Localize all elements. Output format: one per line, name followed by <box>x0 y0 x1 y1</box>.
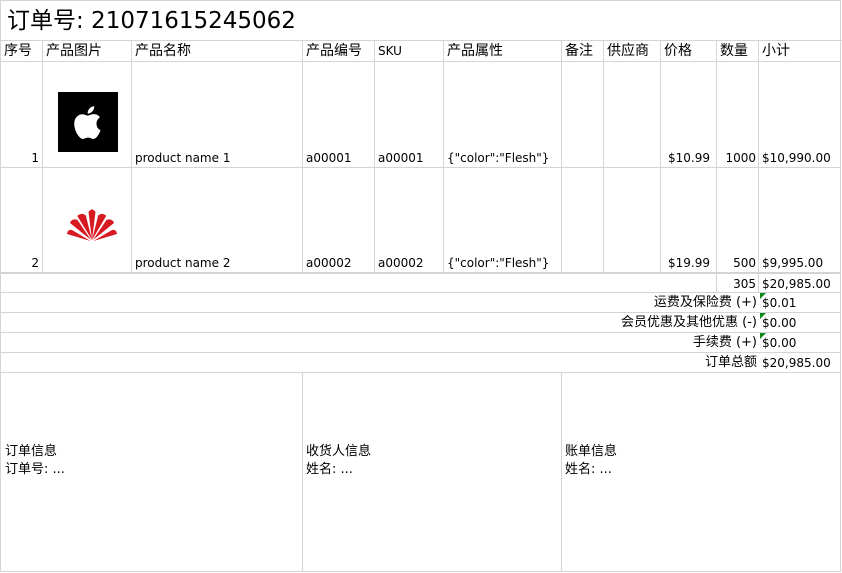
order-info-block: 订单信息 订单号: ... <box>1 373 303 572</box>
total-subtotal: $20,985.00 <box>762 277 831 291</box>
qty-cell: 1000 <box>717 62 759 168</box>
fee-label: 手续费 (+) <box>692 335 757 350</box>
product-code: a00002 <box>306 256 352 270</box>
header-attrs: 产品属性 <box>444 41 562 62</box>
product-code-cell: a00002 <box>303 168 375 273</box>
product-attrs: {"color":"Flesh"} <box>447 151 550 165</box>
apple-logo-icon <box>58 92 118 152</box>
table-row: 2 <box>1 168 43 273</box>
fee-value: $0.00 <box>762 336 797 350</box>
header-note: 备注 <box>562 41 604 62</box>
total-qty: 305 <box>733 277 756 291</box>
supplier-cell <box>604 168 661 273</box>
header-image: 产品图片 <box>43 41 132 62</box>
header-code: 产品编号 <box>303 41 375 62</box>
order-total-label: 订单总额 <box>704 355 757 370</box>
note-cell <box>562 168 604 273</box>
order-sheet: 订单号: 21071615245062 序号 产品图片 产品名称 产品编号 SK… <box>0 0 842 572</box>
product-code-cell: a00001 <box>303 62 375 168</box>
attrs-cell: {"color":"Flesh"} <box>444 62 562 168</box>
summary-row-discount: 会员优惠及其他优惠 (-) $0.00 <box>1 313 841 333</box>
shipping-label: 运费及保险费 (+) <box>653 295 757 310</box>
header-qty: 数量 <box>717 41 759 62</box>
header-supplier: 供应商 <box>604 41 661 62</box>
billing-info-line: 姓名: ... <box>565 462 612 477</box>
product-name: product name 1 <box>135 151 231 165</box>
attrs-cell: {"color":"Flesh"} <box>444 168 562 273</box>
header-price: 价格 <box>661 41 717 62</box>
order-title: 订单号: 21071615245062 <box>1 1 842 41</box>
product-attrs: {"color":"Flesh"} <box>447 256 550 270</box>
product-sku: a00002 <box>378 256 424 270</box>
header-sku: SKU <box>375 41 444 62</box>
billing-info-block: 账单信息 姓名: ... <box>562 373 841 572</box>
recipient-info-block: 收货人信息 姓名: ... <box>303 373 562 572</box>
discount-label: 会员优惠及其他优惠 (-) <box>621 315 757 330</box>
product-name-cell: product name 2 <box>132 168 303 273</box>
order-info-line: 订单号: ... <box>5 462 65 477</box>
product-price: $19.99 <box>668 256 710 270</box>
summary-row-total: 订单总额 $20,985.00 <box>1 353 841 373</box>
product-name-cell: product name 1 <box>132 62 303 168</box>
product-image-cell <box>43 62 132 168</box>
product-name: product name 2 <box>135 256 231 270</box>
note-cell <box>562 62 604 168</box>
price-cell: $10.99 <box>661 62 717 168</box>
header-index: 序号 <box>1 41 43 62</box>
total-qty-cell: 305 <box>717 273 759 293</box>
shipping-value: $0.01 <box>762 296 797 310</box>
product-price: $10.99 <box>668 151 710 165</box>
header-name: 产品名称 <box>132 41 303 62</box>
order-total-value: $20,985.00 <box>762 356 831 370</box>
summary-row-fee: 手续费 (+) $0.00 <box>1 333 841 353</box>
recipient-info-title: 收货人信息 <box>306 444 372 459</box>
product-subtotal: $10,990.00 <box>762 151 831 165</box>
product-code: a00001 <box>306 151 352 165</box>
product-subtotal: $9,995.00 <box>762 256 824 270</box>
sku-cell: a00002 <box>375 168 444 273</box>
summary-row-shipping: 运费及保险费 (+) $0.01 <box>1 293 841 313</box>
qty-cell: 500 <box>717 168 759 273</box>
sku-cell: a00001 <box>375 62 444 168</box>
product-image-cell <box>43 168 132 273</box>
billing-info-title: 账单信息 <box>565 444 618 459</box>
product-qty: 1000 <box>725 151 756 165</box>
supplier-cell <box>604 62 661 168</box>
huawei-logo-icon <box>67 206 117 246</box>
header-subtotal: 小计 <box>759 41 841 62</box>
order-info-title: 订单信息 <box>5 444 58 459</box>
row-index: 2 <box>31 256 39 270</box>
recipient-info-line: 姓名: ... <box>306 462 353 477</box>
table-row: 1 <box>1 62 43 168</box>
row-index: 1 <box>31 151 39 165</box>
totals-spacer <box>1 273 717 293</box>
product-qty: 500 <box>733 256 756 270</box>
total-subtotal-cell: $20,985.00 <box>759 273 841 293</box>
discount-value: $0.00 <box>762 316 797 330</box>
subtotal-cell: $9,995.00 <box>759 168 841 273</box>
price-cell: $19.99 <box>661 168 717 273</box>
subtotal-cell: $10,990.00 <box>759 62 841 168</box>
product-sku: a00001 <box>378 151 424 165</box>
